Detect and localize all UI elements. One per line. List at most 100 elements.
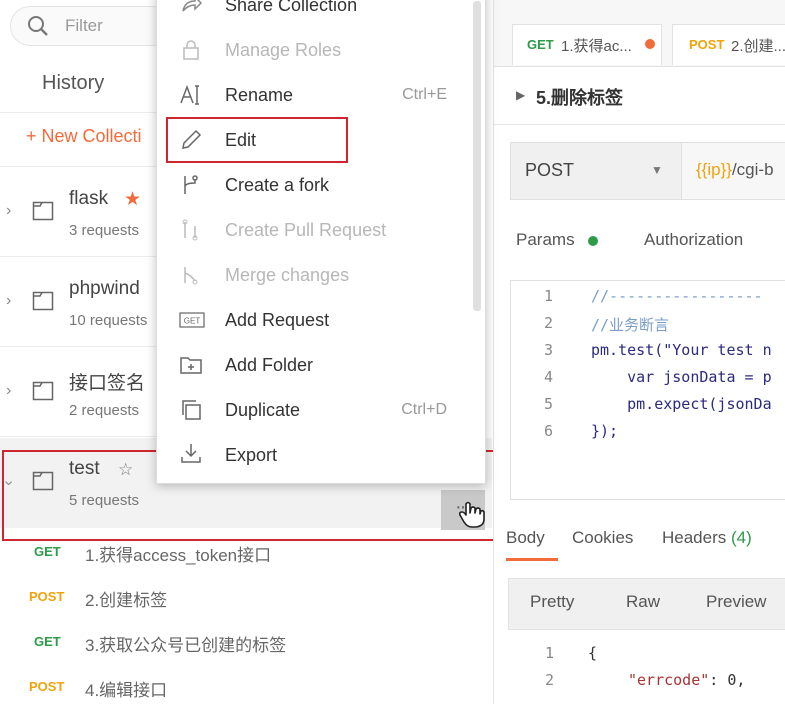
merge-icon [179,263,205,289]
new-collection-button[interactable]: + New Collecti [26,126,142,147]
url-input[interactable]: {{ip}}/cgi-b [681,142,785,200]
collection-row-flask[interactable]: › flask ★ 3 requests [0,168,160,257]
url-variable: {{ip}} [696,160,732,179]
response-line: "errcode": 0, [628,671,745,689]
response-option-pretty[interactable]: Pretty [530,592,574,612]
code-line: var jsonData = p [591,368,772,386]
get-request-icon: GET [179,310,205,336]
menu-item-label: Duplicate [225,400,301,420]
method-badge: GET [527,37,554,52]
method-badge: GET [34,634,61,649]
menu-item-duplicate[interactable]: Duplicate Ctrl+D [157,388,485,433]
params-status-dot [588,236,598,246]
rename-icon [179,83,205,109]
menu-item-rename[interactable]: Rename Ctrl+E [157,73,485,118]
fork-icon [179,173,205,199]
request-tab[interactable]: GET 1.获得ac... [512,24,662,65]
chevron-right-icon[interactable]: ▶ [516,88,525,102]
menu-item-shortcut: Ctrl+D [401,401,447,418]
request-item[interactable]: 4.编辑接口 [85,676,167,701]
menu-item-shortcut: Ctrl+E [402,86,447,103]
menu-item-label: Create Pull Request [225,220,387,240]
response-tab-body[interactable]: Body [506,528,545,548]
response-option-preview[interactable]: Preview [706,592,766,612]
collection-name: 接口签名 [69,373,146,394]
collection-name: phpwind [69,278,140,299]
menu-item-share-collection[interactable]: Share Collection [157,0,485,28]
headers-label: Headers [662,528,727,547]
response-option-raw[interactable]: Raw [626,592,660,612]
request-item[interactable]: 2.创建标签 [85,586,167,611]
collection-row-phpwind[interactable]: › phpwind 10 requests [0,258,160,347]
search-icon [26,14,50,43]
code-line: pm.test("Your test n [591,341,772,359]
menu-item-label: Create a fork [225,175,330,195]
response-line: { [588,644,598,662]
menu-item-label: Add Request [225,310,330,330]
method-value: POST [525,160,575,180]
line-number: 5 [543,395,553,413]
request-panel: GET 1.获得ac... POST 2.创建... ▶ 5.删除标签 POST… [493,0,785,704]
line-number: 4 [543,368,553,386]
headers-count: (4) [731,528,752,547]
star-filled-icon[interactable]: ★ [124,188,141,211]
request-item[interactable]: 1.获得access_token接口 [85,541,271,566]
url-path: /cgi-b [731,160,774,179]
collection-context-menu: Share Collection Manage Roles Rename Ctr… [156,0,486,484]
folder-add-icon [179,353,205,379]
chevron-right-icon[interactable]: › [6,292,11,310]
menu-item-add-folder[interactable]: Add Folder [157,343,485,388]
active-tab-indicator [506,558,558,561]
history-tab[interactable]: History [42,72,104,95]
line-number: 1 [544,644,554,662]
divider [0,166,160,167]
request-title[interactable]: 5.删除标签 [536,84,623,110]
response-tab-headers[interactable]: Headers (4) [662,528,752,548]
tab-params[interactable]: Params [516,230,575,250]
tab-label: 1.获得ac... [561,38,632,55]
method-badge: POST [29,679,65,694]
method-badge: POST [29,589,65,604]
menu-item-label: Share Collection [225,0,358,15]
method-badge: GET [34,544,61,559]
menu-item-add-request[interactable]: GET Add Request [157,298,485,343]
menu-item-merge-changes: Merge changes [157,253,485,298]
line-number: 2 [544,671,554,689]
menu-item-label: Manage Roles [225,40,342,60]
menu-item-export[interactable]: Export [157,433,485,478]
pull-request-icon [179,218,205,244]
menu-item-manage-roles: Manage Roles [157,28,485,73]
menu-item-label: Rename [225,85,294,105]
menu-item-create-fork[interactable]: Create a fork [157,163,485,208]
lock-icon [179,38,205,64]
chevron-right-icon[interactable]: › [6,202,11,220]
test-script-editor[interactable]: 1 //----------------- 2 //业务断言 3 pm.test… [510,280,785,500]
menu-item-label: Add Folder [225,355,314,375]
code-line: }); [591,422,619,440]
collection-icon [32,290,54,312]
chevron-right-icon[interactable]: › [6,382,11,400]
collection-name: flask [69,188,109,209]
code-line: //----------------- [591,287,763,305]
request-item[interactable]: 3.获取公众号已创建的标签 [85,631,286,656]
menu-item-label: Export [225,445,278,465]
highlight-box-edit [166,117,348,163]
tab-authorization[interactable]: Authorization [644,230,743,250]
code-line: //业务断言 [591,316,670,334]
line-number: 6 [543,422,553,440]
collection-count: 3 requests [69,222,140,239]
unsaved-dot-icon [645,39,655,49]
tab-label: 2.创建... [731,38,785,55]
menu-item-create-pull-request: Create Pull Request [157,208,485,253]
line-number: 3 [543,341,553,359]
collection-icon [32,200,54,222]
method-select[interactable]: POST ▼ [510,142,682,200]
collection-icon [32,380,54,402]
code-line: pm.expect(jsonDa [591,395,772,413]
share-icon [179,0,205,19]
collection-row-signature[interactable]: › 接口签名 2 requests [0,348,160,437]
response-tab-cookies[interactable]: Cookies [572,528,633,548]
request-tab[interactable]: POST 2.创建... [672,24,785,65]
json-key: "errcode" [628,671,710,689]
collection-count: 10 requests [69,312,148,329]
